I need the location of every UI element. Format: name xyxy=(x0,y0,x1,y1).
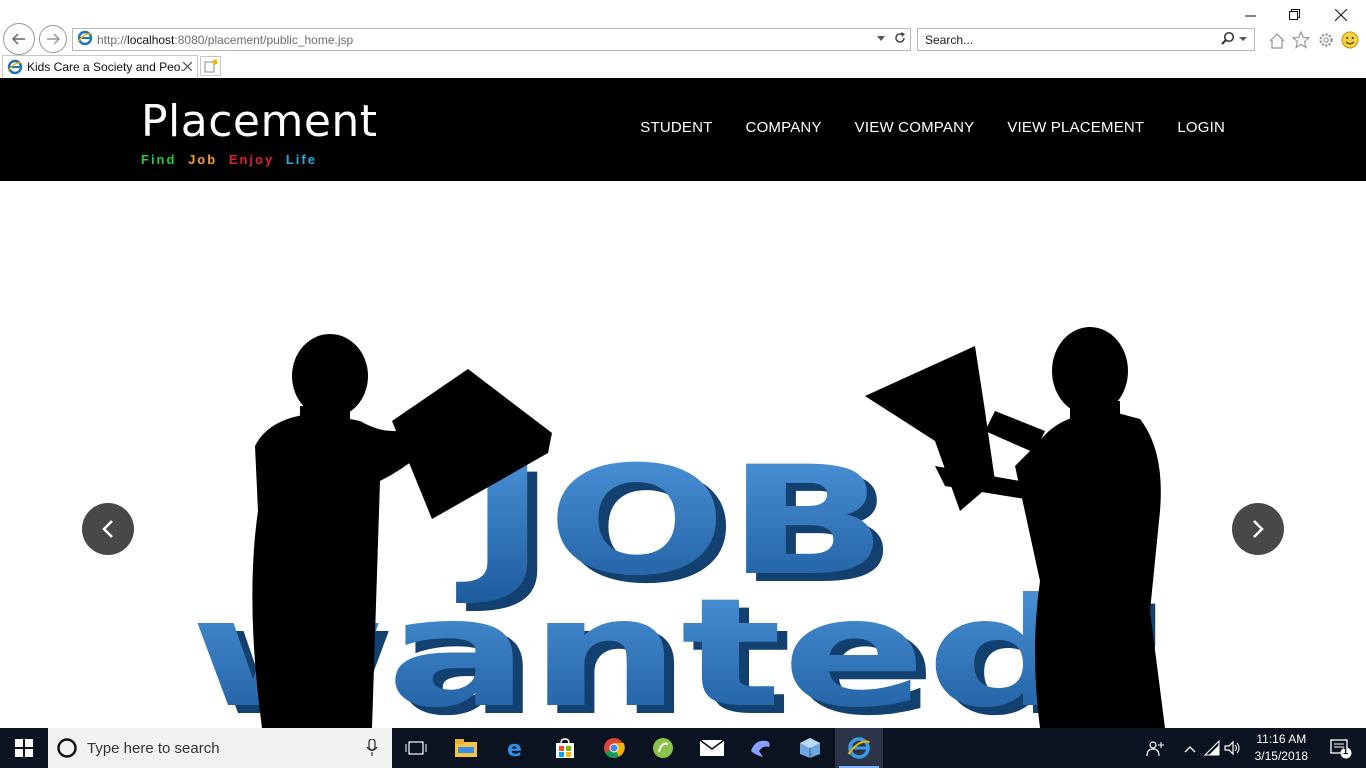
ie-page-icon xyxy=(77,30,93,49)
chevron-right-icon xyxy=(1253,520,1264,538)
taskbar-search-placeholder: Type here to search xyxy=(87,739,220,757)
search-icon[interactable] xyxy=(1221,31,1235,48)
address-bar[interactable]: http://localhost:8080/placement/public_h… xyxy=(72,28,911,51)
taskbar-store[interactable] xyxy=(541,728,589,768)
wifi-icon[interactable] xyxy=(1203,739,1220,759)
site-brand-logo[interactable]: Placement xyxy=(141,96,378,148)
task-view-button[interactable] xyxy=(392,728,440,768)
browser-search-box[interactable]: Search... xyxy=(917,28,1255,51)
tagline-word-life: Life xyxy=(285,152,317,167)
new-tab-button[interactable] xyxy=(200,56,221,76)
hero-carousel: JOB JOB wanted! wanted! xyxy=(0,181,1366,728)
chevron-up-icon[interactable] xyxy=(1184,742,1196,756)
carousel-next-button[interactable] xyxy=(1232,503,1284,555)
nav-view-placement[interactable]: VIEW PLACEMENT xyxy=(1007,119,1144,136)
refresh-icon[interactable] xyxy=(894,32,906,47)
carousel-prev-button[interactable] xyxy=(82,503,134,555)
notification-count: 1 xyxy=(1343,746,1349,756)
tagline-word-job: Job xyxy=(188,152,218,167)
cube-icon xyxy=(800,738,820,758)
restore-icon[interactable] xyxy=(1272,2,1318,28)
mail-icon xyxy=(700,740,724,756)
system-clock[interactable]: 11:16 AM 3/15/2018 xyxy=(1255,731,1308,765)
back-button[interactable] xyxy=(3,23,35,55)
action-center-button[interactable]: 1 xyxy=(1330,738,1352,763)
folder-icon xyxy=(455,739,477,757)
main-nav: STUDENT COMPANY VIEW COMPANY VIEW PLACEM… xyxy=(640,119,1225,136)
volume-icon[interactable] xyxy=(1224,740,1242,759)
nav-login[interactable]: LOGIN xyxy=(1177,119,1225,136)
tab-title: Kids Care a Society and Peo... xyxy=(27,60,183,74)
dropdown-arrow-icon[interactable] xyxy=(877,32,886,47)
cortana-icon xyxy=(57,738,77,758)
taskbar-chrome[interactable] xyxy=(590,728,638,768)
tagline-word-enjoy: Enjoy xyxy=(228,152,275,167)
gear-icon[interactable] xyxy=(1316,30,1336,50)
task-view-icon xyxy=(405,741,427,755)
start-button[interactable] xyxy=(0,728,48,768)
store-icon xyxy=(556,738,574,758)
close-icon[interactable] xyxy=(1318,2,1364,28)
clock-date: 3/15/2018 xyxy=(1254,749,1308,763)
home-icon[interactable] xyxy=(1267,30,1287,50)
minimize-icon[interactable] xyxy=(1227,2,1273,28)
edge-icon: e xyxy=(507,737,522,759)
site-tagline: Find Job Enjoy Life xyxy=(141,152,323,167)
windows-logo-icon xyxy=(15,739,33,757)
windows-taskbar: Type here to search e 11:16 AM 3/15/2018… xyxy=(0,728,1366,768)
smiley-icon[interactable] xyxy=(1340,30,1360,50)
green-app-icon xyxy=(653,738,673,758)
microphone-icon[interactable] xyxy=(366,739,378,757)
taskbar-virtualbox[interactable] xyxy=(786,728,834,768)
new-tab-icon xyxy=(204,59,218,73)
ie-icon xyxy=(847,737,870,759)
browser-chrome: http://localhost:8080/placement/public_h… xyxy=(0,0,1366,78)
people-icon[interactable] xyxy=(1146,739,1164,760)
dolphin-icon xyxy=(751,740,770,757)
forward-arrow-icon xyxy=(47,33,61,45)
chevron-left-icon xyxy=(102,520,113,538)
nav-student[interactable]: STUDENT xyxy=(640,119,712,136)
ie-tab-icon xyxy=(7,59,23,75)
taskbar-mail[interactable] xyxy=(688,728,736,768)
taskbar-internet-explorer[interactable] xyxy=(835,728,883,768)
taskbar-search-box[interactable]: Type here to search xyxy=(48,728,392,768)
nav-company[interactable]: COMPANY xyxy=(746,119,822,136)
notification-icon xyxy=(1330,739,1352,759)
taskbar-app-green[interactable] xyxy=(639,728,687,768)
tab-close-icon[interactable] xyxy=(182,59,193,74)
nav-view-company[interactable]: VIEW COMPANY xyxy=(855,119,975,136)
clock-time: 11:16 AM xyxy=(1256,732,1307,746)
star-icon[interactable] xyxy=(1291,30,1311,50)
forward-button[interactable] xyxy=(39,25,67,53)
back-arrow-icon xyxy=(11,33,25,45)
tagline-word-find: Find xyxy=(141,152,177,167)
taskbar-edge[interactable]: e xyxy=(492,728,540,768)
search-dropdown-icon[interactable] xyxy=(1239,31,1248,48)
browser-tab[interactable]: Kids Care a Society and Peo... xyxy=(2,55,198,78)
site-header: Placement Find Job Enjoy Life STUDENT CO… xyxy=(0,78,1366,181)
address-url: http://localhost:8080/placement/public_h… xyxy=(97,32,354,47)
slide-image: JOB JOB wanted! wanted! xyxy=(190,327,1185,728)
chrome-icon xyxy=(604,738,625,758)
svg-text:e: e xyxy=(507,737,522,759)
taskbar-mysql[interactable] xyxy=(737,728,785,768)
taskbar-file-explorer[interactable] xyxy=(442,728,490,768)
